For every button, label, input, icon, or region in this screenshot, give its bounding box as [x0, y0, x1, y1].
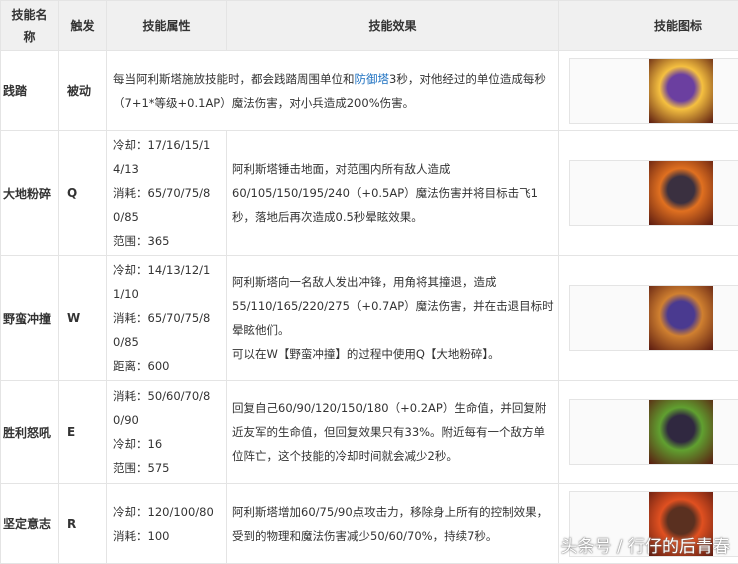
- header-attrs: 技能属性: [107, 1, 227, 51]
- skill-name: 大地粉碎: [1, 131, 59, 256]
- skill-attrs: 每当阿利斯塔施放技能时，都会践踏周围单位和防御塔3秒，对他经过的单位造成每秒（7…: [107, 51, 559, 131]
- triumphant-roar-icon: [649, 400, 713, 464]
- skill-attr: 范围：575: [113, 456, 221, 480]
- skill-trigger: 被动: [59, 51, 107, 131]
- skill-icon-cell: [559, 131, 738, 256]
- skill-attr: 距离：600: [113, 354, 221, 378]
- skill-icon-cell: [559, 51, 738, 131]
- skills-table: 技能名称 触发 技能属性 技能效果 技能图标 践踏 被动 每当阿利斯塔施放技能时…: [0, 0, 738, 564]
- skill-row: 践踏 被动 每当阿利斯塔施放技能时，都会践踏周围单位和防御塔3秒，对他经过的单位…: [1, 51, 738, 131]
- watermark: 头条号 / 行仔的后青春: [560, 532, 730, 557]
- skill-attr: 消耗：65/70/75/80/85: [113, 181, 221, 229]
- effect-text: 每当阿利斯塔施放技能时，都会践踏周围单位和: [113, 72, 355, 86]
- effect-text: 阿利斯塔增加60/75/90点攻击力，移除身上所有的控制效果，受到的物理和魔法伤…: [232, 500, 554, 548]
- skill-name: 践踏: [1, 51, 59, 131]
- skill-attr: 冷却：14/13/12/11/10: [113, 258, 221, 306]
- skill-effect: 回复自己60/90/120/150/180（+0.2AP）生命值，并回复附近友军…: [227, 381, 559, 484]
- header-icon: 技能图标: [559, 1, 738, 51]
- skill-attr: 冷却：16: [113, 432, 221, 456]
- skill-attr: 冷却：120/100/80: [113, 500, 221, 524]
- headbutt-icon: [649, 286, 713, 350]
- skill-icon-cell: [559, 381, 738, 484]
- header-name: 技能名称: [1, 1, 59, 51]
- skill-name: 胜利怒吼: [1, 381, 59, 484]
- skill-effect: 阿利斯塔增加60/75/90点攻击力，移除身上所有的控制效果，受到的物理和魔法伤…: [227, 484, 559, 564]
- header-effect: 技能效果: [227, 1, 559, 51]
- skill-attrs: 冷却：17/16/15/14/13消耗：65/70/75/80/85范围：365: [107, 131, 227, 256]
- skill-row: 野蛮冲撞 W 冷却：14/13/12/11/10消耗：65/70/75/80/8…: [1, 256, 738, 381]
- effect-note: 可以在W【野蛮冲撞】的过程中使用Q【大地粉碎】。: [232, 342, 554, 366]
- skill-effect: 阿利斯塔向一名敌人发出冲锋，用角将其撞退，造成55/110/165/220/27…: [227, 256, 559, 381]
- skill-attrs: 冷却：14/13/12/11/10消耗：65/70/75/80/85距离：600: [107, 256, 227, 381]
- skill-row: 胜利怒吼 E 消耗：50/60/70/80/90冷却：16范围：575 回复自己…: [1, 381, 738, 484]
- skill-attr: 消耗：65/70/75/80/85: [113, 306, 221, 354]
- skill-row: 大地粉碎 Q 冷却：17/16/15/14/13消耗：65/70/75/80/8…: [1, 131, 738, 256]
- skill-name: 坚定意志: [1, 484, 59, 564]
- skill-name: 野蛮冲撞: [1, 256, 59, 381]
- skill-effect: 阿利斯塔锤击地面，对范围内所有敌人造成60/105/150/195/240（+0…: [227, 131, 559, 256]
- skill-trigger: E: [59, 381, 107, 484]
- skill-attr: 范围：365: [113, 229, 221, 253]
- tower-link[interactable]: 防御塔: [355, 72, 390, 86]
- skill-attrs: 消耗：50/60/70/80/90冷却：16范围：575: [107, 381, 227, 484]
- trample-icon: [649, 59, 713, 123]
- skill-trigger: Q: [59, 131, 107, 256]
- skill-icon-cell: [559, 256, 738, 381]
- effect-text: 回复自己60/90/120/150/180（+0.2AP）生命值，并回复附近友军…: [232, 396, 554, 468]
- header-row: 技能名称 触发 技能属性 技能效果 技能图标: [1, 1, 738, 51]
- header-trigger: 触发: [59, 1, 107, 51]
- pulverize-icon: [649, 161, 713, 225]
- effect-text: 阿利斯塔向一名敌人发出冲锋，用角将其撞退，造成55/110/165/220/27…: [232, 270, 554, 342]
- skill-attr: 冷却：17/16/15/14/13: [113, 133, 221, 181]
- skill-trigger: R: [59, 484, 107, 564]
- effect-text: 阿利斯塔锤击地面，对范围内所有敌人造成60/105/150/195/240（+0…: [232, 157, 554, 229]
- skill-trigger: W: [59, 256, 107, 381]
- skill-attrs: 冷却：120/100/80消耗：100: [107, 484, 227, 564]
- skill-attr: 消耗：100: [113, 524, 221, 548]
- skill-attr: 消耗：50/60/70/80/90: [113, 384, 221, 432]
